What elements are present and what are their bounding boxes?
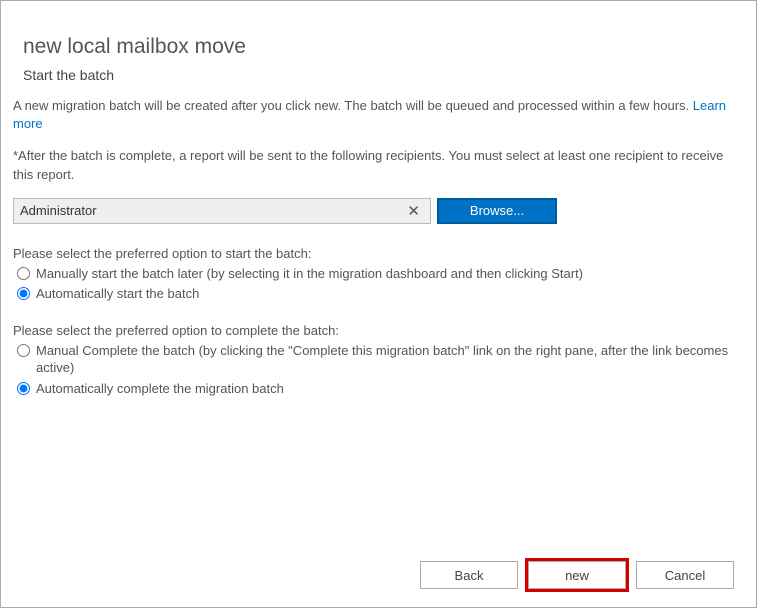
complete-manual-label[interactable]: Manual Complete the batch (by clicking t…: [36, 342, 744, 377]
complete-auto-label[interactable]: Automatically complete the migration bat…: [36, 380, 744, 398]
complete-auto-radio[interactable]: [17, 382, 30, 395]
recipient-input[interactable]: Administrator ✕: [13, 198, 431, 224]
cancel-button[interactable]: Cancel: [636, 561, 734, 589]
page-title: new local mailbox move: [13, 35, 744, 59]
complete-section-label: Please select the preferred option to co…: [13, 323, 744, 338]
start-manual-radio[interactable]: [17, 267, 30, 280]
start-auto-radio[interactable]: [17, 287, 30, 300]
recipient-value: Administrator: [20, 203, 403, 218]
recipient-instruction: *After the batch is complete, a report w…: [13, 147, 744, 183]
start-radio-group: Manually start the batch later (by selec…: [13, 265, 744, 303]
recipient-row: Administrator ✕ Browse...: [13, 198, 744, 224]
start-section-label: Please select the preferred option to st…: [13, 246, 744, 261]
complete-manual-radio[interactable]: [17, 344, 30, 357]
footer-buttons: Back new Cancel: [420, 561, 734, 589]
clear-icon[interactable]: ✕: [403, 202, 424, 220]
start-auto-label[interactable]: Automatically start the batch: [36, 285, 744, 303]
intro-body: A new migration batch will be created af…: [13, 98, 693, 113]
complete-radio-group: Manual Complete the batch (by clicking t…: [13, 342, 744, 398]
start-manual-label[interactable]: Manually start the batch later (by selec…: [36, 265, 744, 283]
intro-text: A new migration batch will be created af…: [13, 97, 744, 133]
browse-button[interactable]: Browse...: [437, 198, 557, 224]
page-subtitle: Start the batch: [13, 67, 744, 83]
back-button[interactable]: Back: [420, 561, 518, 589]
new-button[interactable]: new: [528, 561, 626, 589]
